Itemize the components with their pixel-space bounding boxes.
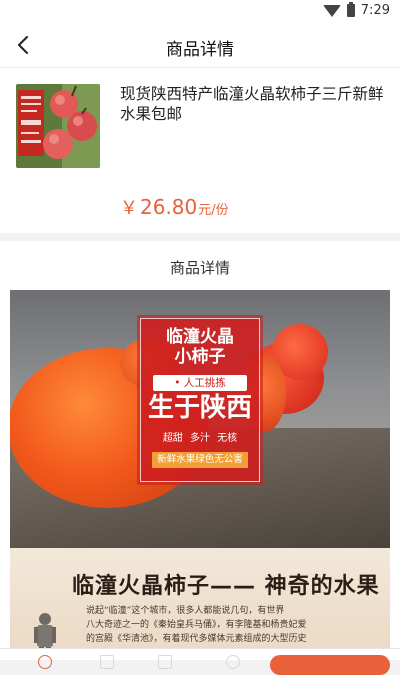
detail-info-image: 临潼火晶柿子—— 神奇的水果 说起“临潼”这个城市，很多人都能说几句，有世界 八… (10, 548, 390, 660)
poster-footer: 新鲜水果绿色无公害 (152, 452, 248, 468)
detail-description: 说起“临潼”这个城市，很多人都能说几句，有世界 八大奇迹之一的《秦始皇兵马俑》，… (86, 604, 386, 646)
poster-pill: • 人工挑拣 (153, 375, 247, 391)
home-icon[interactable] (100, 655, 114, 669)
price-symbol: ￥ (120, 198, 138, 219)
navigation-bar: 商品详情 (0, 24, 400, 68)
poster-line2: 小柿子 (174, 347, 226, 367)
detail-headline: 临潼火晶柿子—— 神奇的水果 (72, 574, 380, 599)
buy-now-button[interactable] (270, 655, 390, 675)
cart-icon[interactable] (158, 655, 172, 669)
detail-banner-image: 临潼火晶 小柿子 • 人工挑拣 生于陕西 超甜 多汁 无核 新鲜水果绿色无公害 (10, 290, 390, 548)
service-icon[interactable] (38, 655, 52, 669)
description-line: 八大奇迹之一的《秦始皇兵马俑》，有李隆基和杨贵妃爱 (86, 620, 307, 630)
poster-tags: 超甜 多汁 无核 (162, 433, 238, 444)
details-title: 商品详情 (169, 259, 230, 277)
product-price: ￥ 26.80 元/份 (120, 194, 229, 220)
status-bar: 7:29 (0, 0, 400, 24)
page-title: 商品详情 (166, 40, 234, 60)
product-summary: 现货陕西特产临潼火晶软柿子三斤新鲜水果包邮 ￥ 26.80 元/份 (0, 68, 400, 233)
status-time: 7:29 (360, 3, 390, 18)
description-line: 的宫殿《华清池》，有着现代多媒体元素组成的大型历史 (86, 634, 307, 644)
bottom-action-bar (0, 648, 400, 675)
product-name: 现货陕西特产临潼火晶软柿子三斤新鲜水果包邮 (120, 85, 384, 123)
price-value: 26.80 (140, 195, 198, 219)
battery-icon (346, 2, 355, 17)
wifi-icon (322, 4, 341, 17)
favorite-icon[interactable] (226, 655, 240, 669)
price-unit: 元/份 (198, 203, 229, 218)
description-line: 说起“临潼”这个城市，很多人都能说几句，有世界 (86, 606, 285, 616)
promo-poster: 临潼火晶 小柿子 • 人工挑拣 生于陕西 超甜 多汁 无核 新鲜水果绿色无公害 (140, 318, 260, 482)
product-thumbnail[interactable] (16, 84, 100, 168)
poster-big-text: 生于陕西 (147, 393, 252, 423)
product-details-section: 商品详情 临潼火晶 小柿子 • 人工挑拣 生于陕西 超甜 多汁 无核 新鲜水果绿… (0, 241, 400, 660)
poster-line1: 临潼火晶 (166, 327, 234, 347)
